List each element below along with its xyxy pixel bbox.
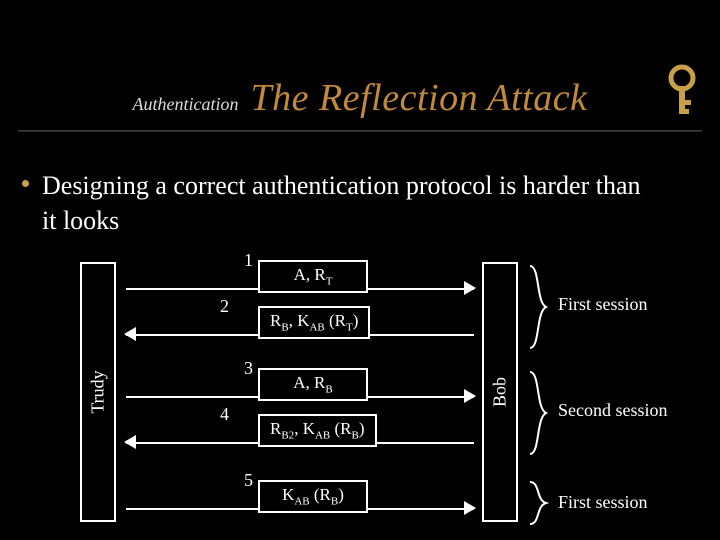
party-trudy-label: Trudy bbox=[88, 370, 109, 413]
session-label-3: First session bbox=[558, 492, 648, 513]
brace-session-3 bbox=[526, 480, 550, 526]
message-4-number: 4 bbox=[220, 404, 229, 425]
message-5: 5 KAB (RB) bbox=[126, 492, 474, 524]
brace-session-1 bbox=[526, 264, 550, 350]
message-1-content: A, RT bbox=[258, 260, 368, 293]
protocol-diagram: Trudy Bob 1 A, RT 2 RB, KAB (RT) 3 A, RB… bbox=[66, 252, 686, 532]
bullet-dot-icon bbox=[22, 180, 29, 187]
brace-session-2 bbox=[526, 370, 550, 456]
message-3: 3 A, RB bbox=[126, 380, 474, 412]
message-3-content: A, RB bbox=[258, 368, 368, 401]
message-2: 2 RB, KAB (RT) bbox=[126, 318, 474, 350]
message-2-content: RB, KAB (RT) bbox=[258, 306, 370, 339]
message-3-number: 3 bbox=[244, 358, 253, 379]
party-trudy: Trudy bbox=[80, 262, 116, 522]
message-5-content: KAB (RB) bbox=[258, 480, 368, 513]
title-row: Authentication The Reflection Attack bbox=[0, 76, 720, 120]
slide-subtitle: Authentication bbox=[133, 94, 239, 115]
message-2-number: 2 bbox=[220, 296, 229, 317]
session-label-2: Second session bbox=[558, 400, 668, 421]
party-bob-label: Bob bbox=[490, 377, 511, 407]
message-5-number: 5 bbox=[244, 470, 253, 491]
key-icon bbox=[660, 64, 704, 118]
message-1-number: 1 bbox=[244, 250, 253, 271]
party-bob: Bob bbox=[482, 262, 518, 522]
session-label-1: First session bbox=[558, 294, 648, 315]
message-4-content: RB2, KAB (RB) bbox=[258, 414, 377, 447]
slide-title: The Reflection Attack bbox=[251, 76, 588, 120]
message-1: 1 A, RT bbox=[126, 272, 474, 304]
bullet-text: Designing a correct authentication proto… bbox=[42, 168, 660, 238]
message-4: 4 RB2, KAB (RB) bbox=[126, 426, 474, 458]
bullet-content: Designing a correct authentication proto… bbox=[42, 171, 641, 235]
title-divider bbox=[18, 130, 702, 132]
